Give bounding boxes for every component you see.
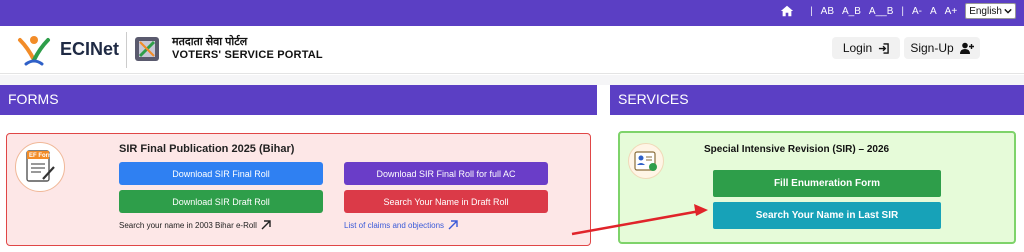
- forms-card-title: SIR Final Publication 2025 (Bihar): [119, 143, 295, 155]
- button-label: Download SIR Final Roll: [172, 168, 270, 179]
- font-increase-button[interactable]: A+: [945, 6, 958, 17]
- font-normal-button[interactable]: A: [930, 6, 937, 17]
- sir-final-publication-card: EF Form SIR Final Publication 2025 (Biha…: [6, 133, 591, 246]
- text-size-ab[interactable]: AB: [821, 6, 834, 17]
- separator: |: [901, 5, 904, 17]
- services-heading-text: SERVICES: [618, 91, 689, 107]
- portal-name-english: VOTERS' SERVICE PORTAL: [172, 49, 323, 61]
- search-name-in-draft-roll-button[interactable]: Search Your Name in Draft Roll: [344, 190, 548, 213]
- accessibility-toolbar: | AB A_B A__B | A- A A+ English: [780, 3, 1024, 19]
- top-utility-bar: | AB A_B A__B | A- A A+ English: [0, 0, 1024, 26]
- brand-name[interactable]: ECINet: [60, 39, 119, 60]
- header-divider: [126, 32, 127, 68]
- signup-button[interactable]: Sign-Up: [904, 37, 980, 59]
- login-button[interactable]: Login: [832, 37, 900, 59]
- button-label: Search Your Name in Draft Roll: [383, 196, 509, 207]
- ef-form-label: EF Form: [29, 153, 54, 159]
- button-label: Search Your Name in Last SIR: [755, 210, 899, 221]
- link-label: Search your name in 2003 Bihar e-Roll: [119, 220, 257, 230]
- download-sir-final-roll-button[interactable]: Download SIR Final Roll: [119, 162, 323, 185]
- sir-2026-card: Special Intensive Revision (SIR) – 2026 …: [618, 131, 1016, 244]
- forms-panel: EF Form SIR Final Publication 2025 (Biha…: [0, 115, 597, 252]
- chevron-down-icon: [1004, 8, 1012, 14]
- services-card-title: Special Intensive Revision (SIR) – 2026: [704, 144, 890, 155]
- text-spacing-a--b[interactable]: A__B: [869, 6, 893, 17]
- eci-logo-icon[interactable]: [14, 32, 54, 68]
- fill-enumeration-form-button[interactable]: Fill Enumeration Form: [713, 170, 941, 197]
- services-panel-heading: SERVICES: [610, 85, 1024, 115]
- sir-form-icon: [628, 143, 664, 179]
- content-background: [0, 75, 1024, 85]
- separator: |: [810, 5, 813, 17]
- login-icon: [879, 42, 889, 54]
- voting-machine-icon: [135, 37, 159, 61]
- link-label: List of claims and objections: [344, 220, 445, 230]
- text-spacing-a-b[interactable]: A_B: [842, 6, 861, 17]
- language-select[interactable]: English: [965, 3, 1016, 19]
- download-sir-final-roll-full-ac-button[interactable]: Download SIR Final Roll for full AC: [344, 162, 548, 185]
- external-link-arrow-icon: [448, 220, 458, 230]
- site-header: ECINet मतदाता सेवा पोर्टल VOTERS' SERVIC…: [0, 26, 1024, 74]
- search-name-in-last-sir-button[interactable]: Search Your Name in Last SIR: [713, 202, 941, 229]
- voter-id-card-icon: [634, 151, 657, 171]
- login-label: Login: [842, 41, 873, 55]
- add-user-icon: [959, 42, 974, 54]
- services-panel: Special Intensive Revision (SIR) – 2026 …: [610, 115, 1024, 252]
- ef-form-icon: EF Form: [15, 142, 65, 192]
- portal-name-hindi: मतदाता सेवा पोर्टल: [172, 36, 248, 48]
- button-label: Fill Enumeration Form: [773, 178, 881, 189]
- language-select-value: English: [969, 5, 1002, 17]
- forms-heading-text: FORMS: [8, 91, 59, 107]
- forms-panel-heading: FORMS: [0, 85, 597, 115]
- button-label: Download SIR Draft Roll: [172, 196, 270, 207]
- list-of-claims-objections-link[interactable]: List of claims and objections: [344, 220, 458, 230]
- signup-label: Sign-Up: [910, 41, 954, 55]
- search-2003-bihar-eroll-link[interactable]: Search your name in 2003 Bihar e-Roll: [119, 220, 271, 230]
- download-sir-draft-roll-button[interactable]: Download SIR Draft Roll: [119, 190, 323, 213]
- button-label: Download SIR Final Roll for full AC: [376, 168, 516, 179]
- external-link-arrow-icon: [261, 220, 271, 230]
- home-icon[interactable]: [780, 4, 794, 18]
- font-decrease-button[interactable]: A-: [912, 6, 922, 17]
